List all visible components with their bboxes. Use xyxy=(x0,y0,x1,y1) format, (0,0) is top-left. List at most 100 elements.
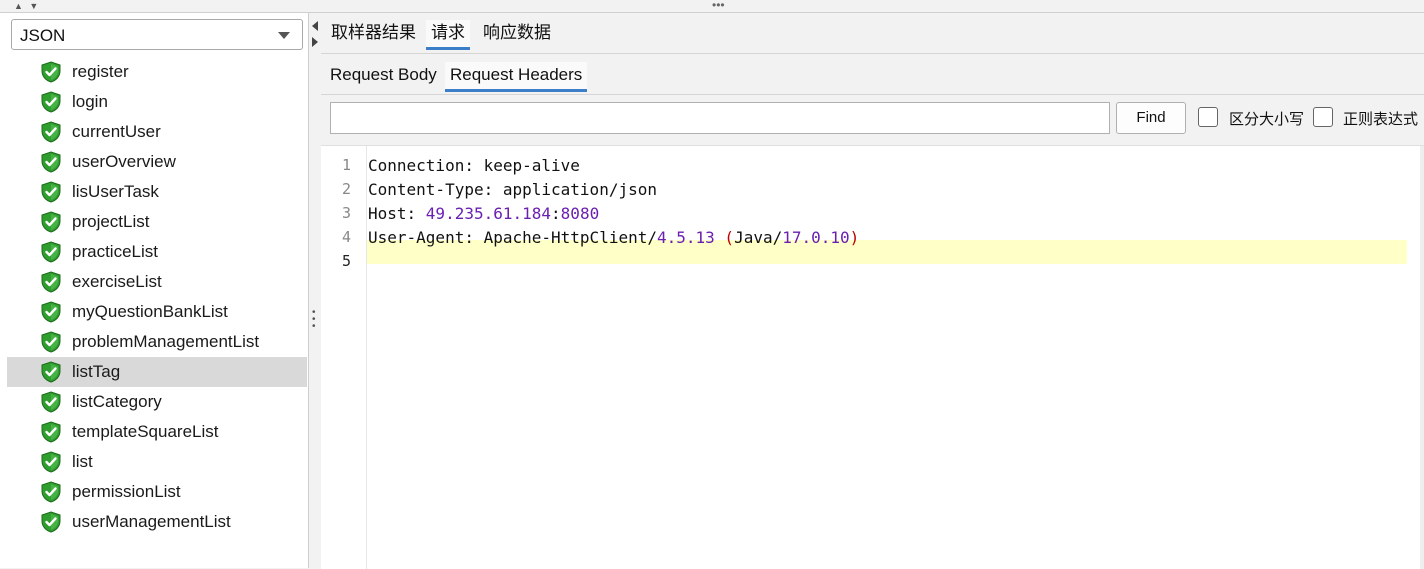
tree-item[interactable]: practiceList xyxy=(7,237,307,267)
ua-java: Java/ xyxy=(734,228,783,247)
tree-item[interactable]: myQuestionBankList xyxy=(7,297,307,327)
shield-check-icon xyxy=(40,421,62,443)
tree-item[interactable]: listTag xyxy=(7,357,307,387)
tree-item[interactable]: permissionList xyxy=(7,477,307,507)
tree-item[interactable]: userOverview xyxy=(7,147,307,177)
tab-response-data[interactable]: 响应数据 xyxy=(478,20,556,50)
tree-item-label: lisUserTask xyxy=(72,182,159,201)
vertical-scrollbar[interactable] xyxy=(1420,146,1424,569)
header-line-connection: Connection: keep-alive xyxy=(368,154,580,178)
header-key: Host xyxy=(368,204,407,223)
line-number-gutter: 1 2 3 4 5 xyxy=(321,146,367,569)
tree-item-label: permissionList xyxy=(72,482,181,501)
tree-item[interactable]: register xyxy=(7,57,307,87)
tree-item[interactable]: userManagementList xyxy=(7,507,307,537)
shield-check-icon xyxy=(40,271,62,293)
request-tabs: Request Body Request Headers xyxy=(321,53,1424,95)
header-key: User-Agent xyxy=(368,228,465,247)
result-panel: 取样器结果 请求 响应数据 Request Body Request Heade… xyxy=(321,13,1424,569)
header-sep: : xyxy=(464,156,484,175)
case-sensitive-checkbox[interactable] xyxy=(1198,107,1218,127)
sampler-tree-panel: JSON register login currentUser userOvervie… xyxy=(0,13,309,568)
host-port: 8080 xyxy=(560,204,600,223)
tree-item[interactable]: currentUser xyxy=(7,117,307,147)
ua-java-version: 17.0.10 xyxy=(782,228,850,247)
tree-item[interactable]: login xyxy=(7,87,307,117)
shield-check-icon xyxy=(40,451,62,473)
tab-request-body[interactable]: Request Body xyxy=(325,62,442,92)
tree-item-label: list xyxy=(72,452,93,471)
renderer-select[interactable]: JSON xyxy=(11,19,303,50)
case-sensitive-label: 区分大小写 xyxy=(1229,111,1305,128)
tree-item[interactable]: listCategory xyxy=(7,387,307,417)
shield-check-icon xyxy=(40,511,62,533)
header-value: application/json xyxy=(502,180,657,199)
shield-check-icon xyxy=(40,61,62,83)
regex-checkbox[interactable] xyxy=(1313,107,1333,127)
line-number: 1 xyxy=(341,156,351,174)
main-tabs: 取样器结果 请求 响应数据 xyxy=(321,13,1424,54)
shield-check-icon xyxy=(40,361,62,383)
shield-check-icon xyxy=(40,301,62,323)
tree-item-label: projectList xyxy=(72,212,150,231)
shield-check-icon xyxy=(40,121,62,143)
line-number: 4 xyxy=(341,228,351,246)
tree-item[interactable]: exerciseList xyxy=(7,267,307,297)
header-sep: : xyxy=(406,204,426,223)
header-sep: : xyxy=(483,180,503,199)
ua-product: Apache-HttpClient/ xyxy=(483,228,657,247)
tree-item[interactable]: list xyxy=(7,447,307,477)
tree-item-label: practiceList xyxy=(72,242,158,261)
shield-check-icon xyxy=(40,391,62,413)
tree-item-label: templateSquareList xyxy=(72,422,219,441)
tree-item-label: listCategory xyxy=(72,392,162,411)
chevron-down-icon[interactable] xyxy=(278,32,290,39)
search-input[interactable] xyxy=(330,102,1110,134)
shield-check-icon xyxy=(40,331,62,353)
renderer-select-value: JSON xyxy=(20,26,66,45)
line-number: 3 xyxy=(341,204,351,222)
host-ip: 49.235.61.184 xyxy=(425,204,552,223)
shield-check-icon xyxy=(40,151,62,173)
shield-check-icon xyxy=(40,241,62,263)
header-key: Content-Type xyxy=(368,180,484,199)
grip-dots-icon[interactable]: ••• xyxy=(712,0,725,11)
top-splitter-bar: ▲ ▼ ••• xyxy=(0,0,1424,13)
line-number: 2 xyxy=(341,180,351,198)
tab-request-headers[interactable]: Request Headers xyxy=(445,62,588,92)
tree-item-label: currentUser xyxy=(72,122,161,141)
tree-item-label: register xyxy=(72,62,129,81)
tree-item[interactable]: problemManagementList xyxy=(7,327,307,357)
shield-check-icon xyxy=(40,181,62,203)
tab-sampler-result[interactable]: 取样器结果 xyxy=(326,20,421,50)
headers-editor[interactable]: 1 2 3 4 5 Connection: keep-alive Content… xyxy=(321,145,1424,569)
ua-paren-open: ( xyxy=(724,228,735,247)
vertical-splitter[interactable]: • • • xyxy=(309,13,321,568)
regex-label: 正则表达式 xyxy=(1343,111,1419,128)
collapse-left-icon[interactable] xyxy=(312,21,318,31)
tree-item-label: listTag xyxy=(72,362,121,381)
header-line-user-agent: User-Agent: Apache-HttpClient/4.5.13 (Ja… xyxy=(368,226,859,250)
collapse-right-icon[interactable] xyxy=(312,37,318,47)
tree-item-label: problemManagementList xyxy=(72,332,260,351)
tree-item-label: myQuestionBankList xyxy=(72,302,228,321)
sampler-tree: register login currentUser userOverview lisU… xyxy=(7,57,307,537)
header-value: keep-alive xyxy=(483,156,580,175)
tree-item[interactable]: lisUserTask xyxy=(7,177,307,207)
ua-paren-close: ) xyxy=(849,228,860,247)
header-sep: : xyxy=(464,228,484,247)
tree-item[interactable]: projectList xyxy=(7,207,307,237)
ua-version: 4.5.13 xyxy=(656,228,715,247)
splitter-grip-icon[interactable]: • • • xyxy=(312,308,316,332)
header-line-content-type: Content-Type: application/json xyxy=(368,178,657,202)
tree-item-label: userOverview xyxy=(72,152,176,171)
find-button[interactable]: Find xyxy=(1116,102,1186,134)
collapse-arrows-icon[interactable]: ▲ ▼ xyxy=(14,0,40,12)
header-key: Connection xyxy=(368,156,465,175)
tab-request[interactable]: 请求 xyxy=(426,20,470,50)
host-colon: : xyxy=(551,204,561,223)
tree-item[interactable]: templateSquareList xyxy=(7,417,307,447)
shield-check-icon xyxy=(40,481,62,503)
header-line-host: Host: 49.235.61.184:8080 xyxy=(368,202,599,226)
ua-space xyxy=(715,228,725,247)
